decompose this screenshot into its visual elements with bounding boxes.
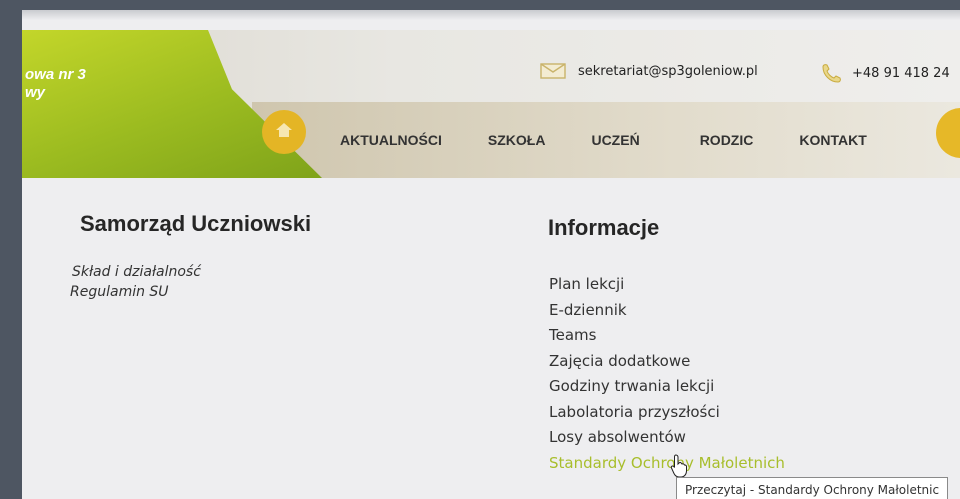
phone-icon [820, 63, 842, 83]
logo-line-1: owa nr 3 [25, 66, 86, 83]
nav-item-aktualnosci[interactable]: AKTUALNOŚCI [340, 132, 442, 148]
link-labolatoria-przyszlosci[interactable]: Labolatoria przyszłości [549, 400, 785, 426]
link-losy-absolwentow[interactable]: Losy absolwentów [549, 425, 785, 451]
link-teams[interactable]: Teams [549, 323, 785, 349]
contact-phone[interactable]: +48 91 418 24 [820, 63, 950, 83]
section-title-informacje: Informacje [548, 215, 660, 240]
nav-item-kontakt[interactable]: KONTAKT [799, 132, 866, 148]
logo-line-2: wy [25, 84, 46, 101]
nav-item-szkola[interactable]: SZKOŁA [488, 132, 546, 148]
link-godziny-trwania-lekcji[interactable]: Godziny trwania lekcji [549, 374, 785, 400]
browser-screen: owa nr 3 wy sekretariat@sp3goleniow.pl +… [22, 10, 960, 499]
informacje-links: Plan lekcji E-dziennik Teams Zajęcia dod… [549, 272, 785, 476]
link-zajecia-dodatkowe[interactable]: Zajęcia dodatkowe [549, 349, 785, 375]
home-button[interactable] [262, 110, 306, 154]
school-logo-text[interactable]: owa nr 3 wy [25, 66, 86, 102]
contact-email[interactable]: sekretariat@sp3goleniow.pl [540, 63, 758, 79]
nav-item-rodzic[interactable]: RODZIC [700, 132, 754, 148]
link-e-dziennik[interactable]: E-dziennik [549, 298, 785, 324]
nav-item-uczen[interactable]: UCZEŃ [591, 132, 639, 148]
main-nav: AKTUALNOŚCI SZKOŁA UCZEŃ RODZIC KONTAKT [340, 132, 867, 148]
link-tooltip: Przeczytaj - Standardy Ochrony Małoletni… [676, 477, 949, 499]
email-link[interactable]: sekretariat@sp3goleniow.pl [578, 64, 758, 79]
link-plan-lekcji[interactable]: Plan lekcji [549, 272, 785, 298]
home-icon [275, 122, 293, 142]
hand-cursor-icon [670, 454, 688, 478]
phone-number[interactable]: +48 91 418 24 [852, 66, 950, 81]
link-sklad[interactable]: Skład i działalność [72, 262, 201, 282]
link-regulamin[interactable]: Regulamin SU [70, 282, 201, 302]
section-title-samorzad: Samorząd Uczniowski [80, 211, 312, 236]
mail-icon [540, 63, 566, 79]
screen-top-shade [22, 10, 960, 20]
samorzad-links: Skład i działalność Regulamin SU [70, 262, 201, 302]
link-standardy-ochrony[interactable]: Standardy Ochrony Małoletnich [549, 451, 785, 477]
